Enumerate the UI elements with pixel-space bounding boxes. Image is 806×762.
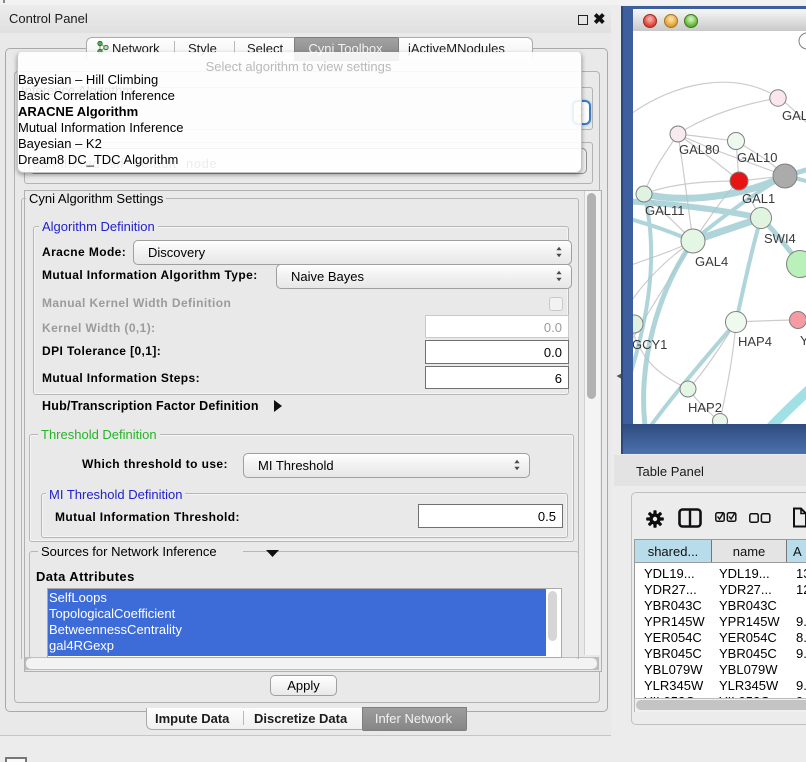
svg-text:SWI4: SWI4 bbox=[764, 231, 796, 246]
svg-text:GAL1: GAL1 bbox=[742, 191, 775, 206]
svg-text:GAL4: GAL4 bbox=[695, 254, 728, 269]
svg-text:HAP4: HAP4 bbox=[738, 334, 772, 349]
svg-text:GCY1: GCY1 bbox=[633, 337, 667, 352]
svg-text:GAL80: GAL80 bbox=[679, 142, 719, 157]
svg-text:HAP2: HAP2 bbox=[688, 400, 722, 415]
svg-text:Y: Y bbox=[800, 333, 806, 348]
svg-text:GAL10: GAL10 bbox=[737, 150, 777, 165]
svg-text:GAL11: GAL11 bbox=[645, 203, 685, 218]
svg-text:GAL: GAL bbox=[782, 108, 806, 123]
